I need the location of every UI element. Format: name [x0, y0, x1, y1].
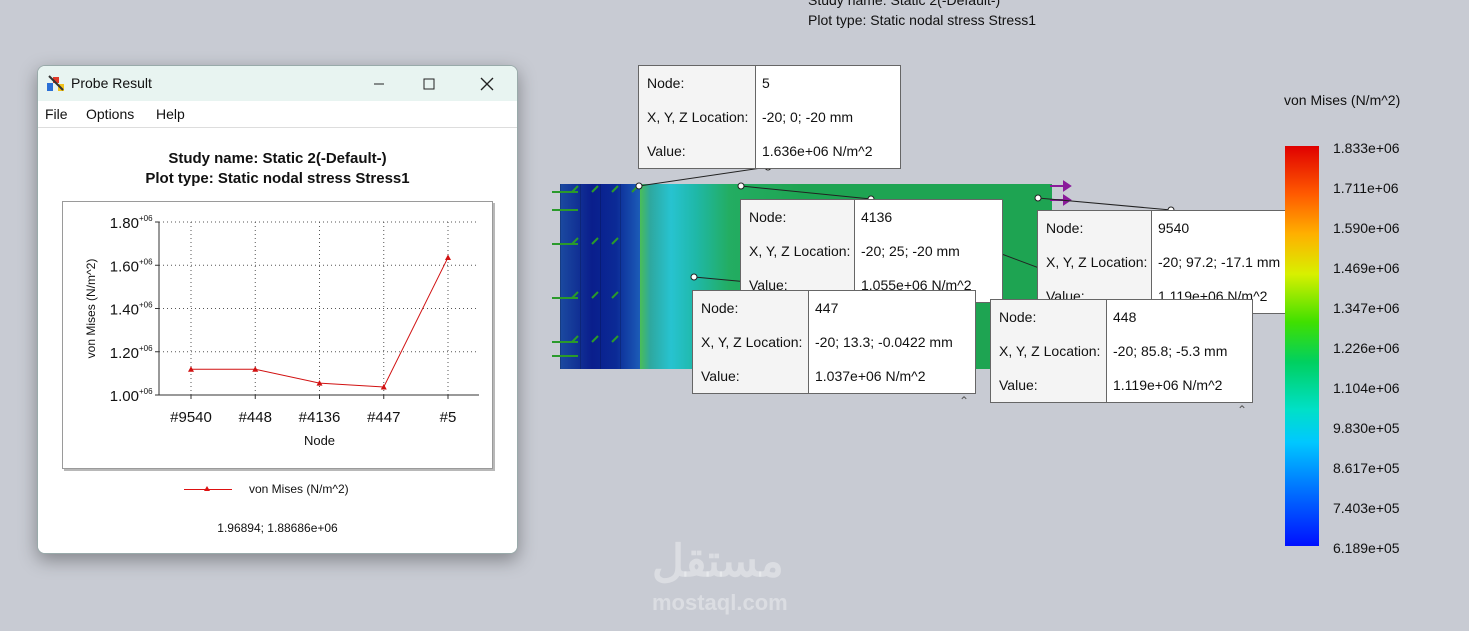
callout-location-value: -20; 85.8; -5.3 mm	[1113, 343, 1228, 359]
callout-location-value: -20; 0; -20 mm	[762, 109, 854, 125]
callout-location-label: X, Y, Z Location:	[693, 325, 809, 359]
y-tick-exponent: +06	[139, 387, 153, 396]
colorbar-label: 6.189e+05	[1333, 540, 1400, 556]
collapse-callout-448-icon[interactable]: ⌃	[1237, 403, 1247, 417]
close-button[interactable]	[464, 66, 510, 101]
callout-node-label: Node:	[693, 291, 809, 325]
colorbar-label: 1.104e+06	[1333, 380, 1400, 396]
legend-marker-icon	[204, 486, 210, 491]
callout-node-label: Node:	[1038, 211, 1152, 245]
watermark-url: mostaql.com	[652, 590, 788, 615]
callout-location-label: X, Y, Z Location:	[639, 100, 756, 134]
y-tick-label: 1.20	[110, 345, 139, 362]
colorbar-label: 8.617e+05	[1333, 460, 1400, 476]
callout-location-value: -20; 25; -20 mm	[861, 243, 960, 259]
probe-callout-node-4136[interactable]: Node: 4136 X, Y, Z Location: -20; 25; -20 …	[740, 199, 1003, 303]
callout-node-value: 447	[815, 300, 839, 316]
colorbar-label: 1.226e+06	[1333, 340, 1400, 356]
colorbar-label: 1.711e+06	[1333, 180, 1399, 196]
y-tick-exponent: +06	[139, 214, 153, 223]
callout-stress-value: 1.636e+06 N/m^2	[762, 143, 873, 159]
callout-value-label: Value:	[639, 134, 756, 168]
callout-location-label: X, Y, Z Location:	[741, 234, 855, 268]
callout-location-label: X, Y, Z Location:	[991, 334, 1107, 368]
chart-area: Study name: Static 2(-Default-) Plot typ…	[38, 128, 517, 553]
menu-file[interactable]: File	[45, 106, 68, 122]
probe-callout-node-5[interactable]: Node: 5 X, Y, Z Location: -20; 0; -20 mm V…	[638, 65, 901, 169]
callout-stress-value: 1.119e+06 N/m^2	[1113, 377, 1223, 393]
probe-callout-node-447[interactable]: Node: 447 X, Y, Z Location: -20; 13.3; -0.…	[692, 290, 976, 394]
minimize-button[interactable]	[356, 66, 402, 101]
callout-location-value: -20; 97.2; -17.1 mm	[1158, 254, 1281, 270]
menu-bar: File Options Help	[38, 101, 517, 128]
callout-node-label: Node:	[639, 66, 756, 100]
colorbar-label: 1.347e+06	[1333, 300, 1400, 316]
chart-title-study: Study name: Static 2(-Default-)	[168, 150, 387, 167]
chart-title-plot-type: Plot type: Static nodal stress Stress1	[145, 170, 410, 187]
probe-line-chart[interactable]: 1.00 +061.20 +061.40 +061.60 +061.80 +06#9540…	[63, 202, 492, 468]
y-axis-label: von Mises (N/m^2)	[84, 259, 98, 359]
collapse-callout-447-icon[interactable]: ⌃	[959, 394, 969, 408]
colorbar-label: 9.830e+05	[1333, 420, 1400, 436]
colorbar-label: 1.833e+06	[1333, 140, 1400, 156]
callout-node-value: 5	[762, 75, 770, 91]
app-icon	[47, 75, 64, 91]
maximize-button[interactable]	[406, 66, 452, 101]
legend-label: von Mises (N/m^2)	[249, 482, 349, 496]
y-tick-exponent: +06	[139, 257, 153, 266]
y-tick-label: 1.40	[110, 302, 139, 319]
x-tick-label: #447	[367, 409, 400, 426]
menu-options[interactable]: Options	[86, 106, 134, 122]
callout-node-label: Node:	[741, 200, 855, 234]
window-titlebar[interactable]: Probe Result	[38, 66, 517, 101]
x-tick-label: #5	[440, 409, 457, 426]
callout-node-label: Node:	[991, 300, 1107, 334]
callout-node-value: 9540	[1158, 220, 1190, 236]
close-icon	[480, 77, 494, 90]
colorbar-label: 1.469e+06	[1333, 260, 1400, 276]
data-point-marker	[445, 254, 451, 260]
colorbar-label: 1.590e+06	[1333, 220, 1400, 236]
y-tick-label: 1.60	[110, 258, 139, 275]
x-axis-label: Node	[304, 433, 335, 448]
y-tick-exponent: +06	[139, 301, 153, 310]
y-tick-label: 1.80	[110, 215, 139, 232]
minimize-icon	[374, 83, 384, 84]
probe-result-window[interactable]: Probe Result File Options Help Study nam…	[37, 65, 518, 554]
plot-frame: 1.00 +06 1.20 +06 1.40 +06 1.60 +06 1.80 +06 #9540…	[62, 201, 493, 469]
callout-node-value: 448	[1113, 309, 1137, 325]
callout-location-value: -20; 13.3; -0.0422 mm	[815, 334, 953, 350]
maximize-icon	[423, 78, 435, 89]
callout-stress-value: 1.037e+06 N/m^2	[815, 368, 926, 384]
x-tick-label: #4136	[299, 409, 341, 426]
y-tick-exponent: +06	[139, 344, 153, 353]
x-tick-label: #448	[239, 409, 272, 426]
watermark-logo: مستقل	[652, 537, 784, 586]
x-tick-label: #9540	[170, 409, 212, 426]
menu-help[interactable]: Help	[156, 106, 185, 122]
stress-colorbar	[1285, 146, 1319, 546]
window-title: Probe Result	[71, 75, 152, 91]
callout-node-value: 4136	[861, 209, 893, 225]
callout-location-label: X, Y, Z Location:	[1038, 245, 1152, 279]
cursor-coordinates: 1.96894; 1.88686e+06	[217, 521, 338, 535]
legend-title: von Mises (N/m^2)	[1284, 92, 1401, 108]
callout-value-label: Value:	[991, 368, 1107, 402]
callout-value-label: Value:	[693, 359, 809, 393]
y-tick-label: 1.00	[110, 388, 139, 405]
colorbar-label: 7.403e+05	[1333, 500, 1400, 516]
probe-callout-node-448[interactable]: Node: 448 X, Y, Z Location: -20; 85.8; -5.…	[990, 299, 1253, 403]
